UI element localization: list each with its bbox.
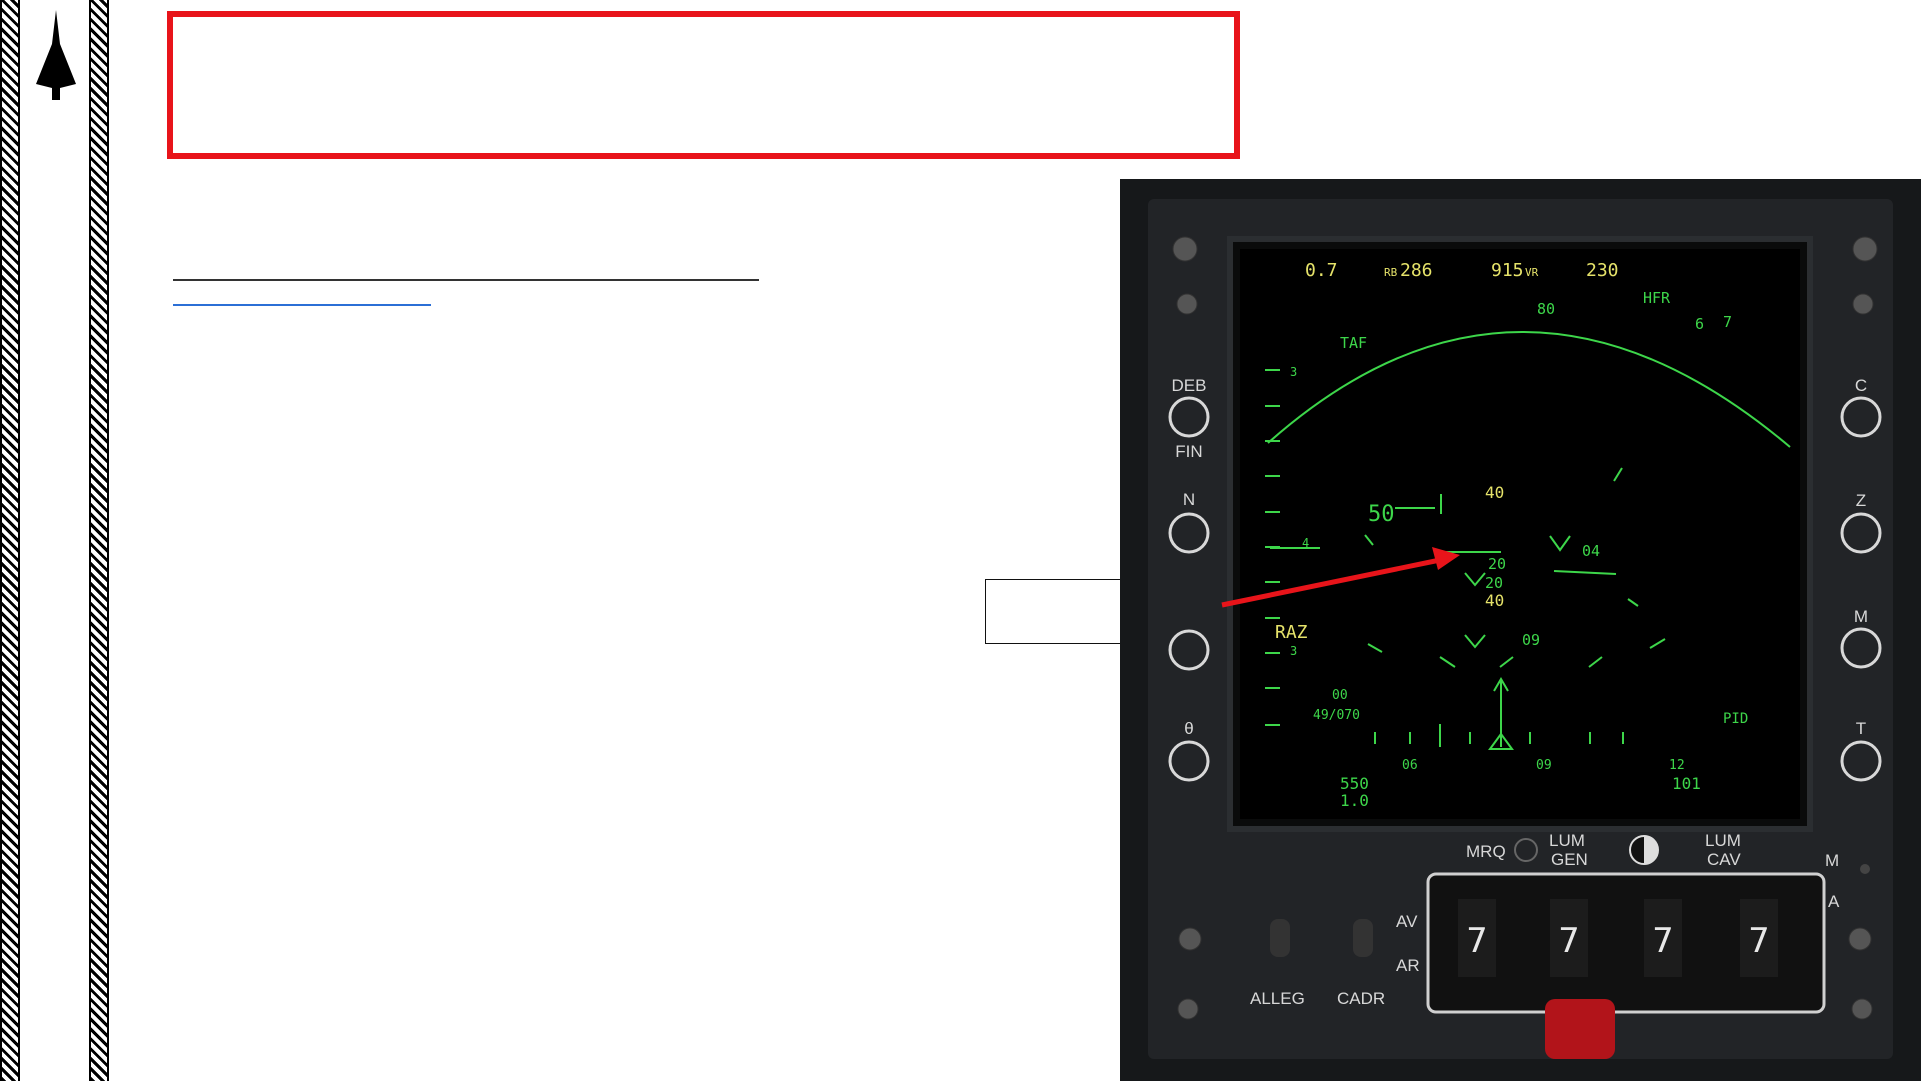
theta-label: θ: [1184, 719, 1193, 738]
lum-gen-label-2: GEN: [1551, 850, 1588, 869]
scale-06: 06: [1402, 758, 1418, 773]
target-50: 50: [1368, 502, 1395, 527]
jet-silhouette-icon: [36, 10, 76, 100]
speed-readout: 230: [1586, 260, 1619, 281]
lum-cav-label-2: CAV: [1707, 850, 1741, 869]
alleg-switch[interactable]: [1270, 919, 1290, 957]
v04-label: 04: [1582, 542, 1600, 560]
m-label: M: [1854, 607, 1868, 626]
mrq-label: MRQ: [1466, 842, 1506, 861]
arc-3: 3: [1290, 365, 1297, 379]
t101-label: 101: [1672, 774, 1701, 793]
ma-switch[interactable]: [1860, 864, 1870, 874]
alleg-label: ALLEG: [1250, 989, 1305, 1008]
pid-label: PID: [1723, 711, 1748, 727]
right-striped-border: [89, 0, 109, 1081]
cadr-switch[interactable]: [1353, 919, 1373, 957]
link-underline: [173, 304, 431, 306]
lum-cav-label-1: LUM: [1705, 831, 1741, 850]
arc-7: 7: [1723, 313, 1732, 331]
left-mark-4: 4: [1302, 536, 1309, 550]
vr-suffix: VR: [1525, 266, 1539, 279]
hfr-label: HFR: [1643, 289, 1671, 307]
deb-label: DEB: [1172, 376, 1207, 395]
rb-prefix: RB: [1384, 266, 1398, 279]
rb-value: 286: [1400, 260, 1433, 281]
t49-label: 49/070: [1313, 708, 1360, 723]
t-label: T: [1856, 719, 1866, 738]
title-box: [167, 11, 1240, 159]
ar-label: AR: [1396, 956, 1420, 975]
contrast-icon[interactable]: [1629, 835, 1659, 865]
c-label: C: [1855, 376, 1867, 395]
v20-label: 20: [1488, 555, 1506, 573]
t00-label: 00: [1332, 688, 1348, 703]
scale-12: 12: [1669, 758, 1685, 773]
t10-label: 1.0: [1340, 791, 1369, 810]
left-striped-border: [0, 0, 20, 1081]
av-label: AV: [1396, 912, 1418, 931]
fin-label: FIN: [1175, 442, 1202, 461]
lum-gen-label-1: LUM: [1549, 831, 1585, 850]
digit-1: 7: [1466, 921, 1488, 961]
z-label: Z: [1856, 491, 1866, 510]
a-switch-label: A: [1828, 892, 1840, 911]
m-switch-label: M: [1825, 851, 1839, 870]
taf-label: TAF: [1340, 334, 1367, 352]
mach-readout: 0.7: [1305, 260, 1338, 281]
digit-4: 7: [1748, 921, 1770, 961]
arc-6: 6: [1695, 315, 1704, 333]
divider-line: [173, 279, 759, 281]
target-40b: 40: [1485, 591, 1504, 610]
vr-value: 915: [1491, 260, 1524, 281]
raz-label: RAZ: [1275, 622, 1308, 643]
n-label: N: [1183, 490, 1195, 509]
digit-2: 7: [1558, 921, 1580, 961]
v09-label: 09: [1522, 631, 1540, 649]
digit-3: 7: [1652, 921, 1674, 961]
arc-80: 80: [1537, 300, 1555, 318]
radar-display-panel: DEB FIN N θ C Z M T 0.7 RB 286 915 VR 23…: [1120, 179, 1921, 1081]
cadr-label: CADR: [1337, 989, 1385, 1008]
scale-09: 09: [1536, 758, 1552, 773]
red-handle[interactable]: [1545, 999, 1615, 1059]
left-mark-3: 3: [1290, 644, 1297, 658]
target-40: 40: [1485, 483, 1504, 502]
n20-label: 20: [1485, 574, 1503, 592]
